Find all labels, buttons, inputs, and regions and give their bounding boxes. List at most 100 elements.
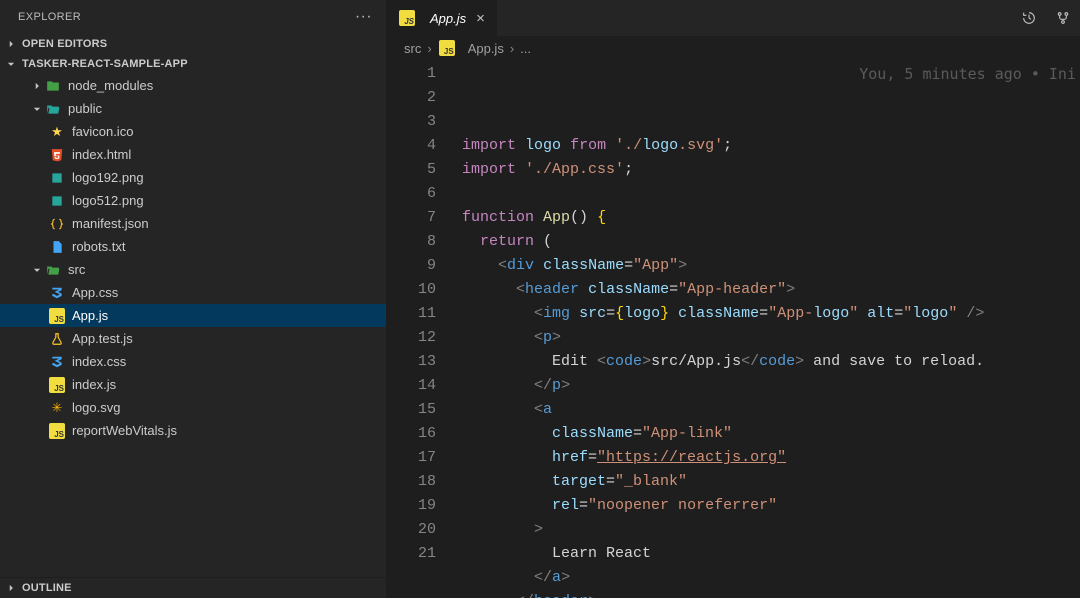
code-editor[interactable]: 123456789101112131415161718192021 You, 5… xyxy=(386,60,1080,598)
editor-pane: JS App.js × src › JS App.js › ... 123456… xyxy=(386,0,1080,598)
tree-label: App.js xyxy=(72,308,108,323)
tree-label: src xyxy=(68,262,85,277)
outline-label: OUTLINE xyxy=(22,582,72,594)
explorer-header: EXPLORER ··· xyxy=(0,0,386,34)
timeline-icon[interactable] xyxy=(1012,0,1046,36)
tree-file[interactable]: JS reportWebVitals.js xyxy=(0,419,386,442)
tree-label: manifest.json xyxy=(72,216,149,231)
tree-file[interactable]: robots.txt xyxy=(0,235,386,258)
tree-file[interactable]: App.css xyxy=(0,281,386,304)
code-line[interactable]: Learn React xyxy=(462,542,1080,566)
svg-icon: ✳ xyxy=(48,399,66,417)
chevron-right-icon xyxy=(4,583,18,593)
tree-label: index.css xyxy=(72,354,126,369)
close-icon[interactable]: × xyxy=(474,8,487,29)
tree-file[interactable]: logo512.png xyxy=(0,189,386,212)
tree-label: logo512.png xyxy=(72,193,144,208)
image-icon xyxy=(48,169,66,187)
tree-folder-node_modules[interactable]: node_modules xyxy=(0,74,386,97)
tree-label: logo.svg xyxy=(72,400,120,415)
chevron-down-icon xyxy=(4,59,18,69)
code-line[interactable]: import './App.css'; xyxy=(462,158,1080,182)
tree-label: index.js xyxy=(72,377,116,392)
code-line[interactable] xyxy=(462,182,1080,206)
open-editors-label: OPEN EDITORS xyxy=(22,38,107,50)
favicon-icon: ★ xyxy=(48,123,66,141)
line-number-gutter: 123456789101112131415161718192021 xyxy=(386,60,462,598)
code-line[interactable]: href="https://reactjs.org" xyxy=(462,446,1080,470)
tree-file[interactable]: manifest.json xyxy=(0,212,386,235)
compare-icon[interactable] xyxy=(1046,0,1080,36)
chevron-right-icon xyxy=(4,39,18,49)
tree-folder-src[interactable]: src xyxy=(0,258,386,281)
code-line[interactable]: target="_blank" xyxy=(462,470,1080,494)
tree-file[interactable]: index.css xyxy=(0,350,386,373)
code-line[interactable]: <header className="App-header"> xyxy=(462,278,1080,302)
code-line[interactable]: function App() { xyxy=(462,206,1080,230)
code-line[interactable]: </header> xyxy=(462,590,1080,598)
chevron-down-icon xyxy=(30,265,44,275)
folder-open-icon xyxy=(44,100,62,118)
tab-label: App.js xyxy=(430,11,466,26)
js-icon: JS xyxy=(48,307,66,325)
tree-file[interactable]: ✳ logo.svg xyxy=(0,396,386,419)
file-tree: node_modules public ★ favicon.ico index.… xyxy=(0,74,386,577)
tree-label: node_modules xyxy=(68,78,153,93)
image-icon xyxy=(48,192,66,210)
tab-app-js[interactable]: JS App.js × xyxy=(386,0,498,36)
code-line[interactable]: > xyxy=(462,518,1080,542)
tree-file[interactable]: index.html xyxy=(0,143,386,166)
tree-folder-public[interactable]: public xyxy=(0,97,386,120)
code-line[interactable]: <p> xyxy=(462,326,1080,350)
chevron-right-icon: › xyxy=(427,41,431,56)
code-line[interactable]: return ( xyxy=(462,230,1080,254)
tree-label: index.html xyxy=(72,147,131,162)
json-icon xyxy=(48,215,66,233)
outline-section[interactable]: OUTLINE xyxy=(0,577,386,598)
code-line[interactable]: <img src={logo} className="App-logo" alt… xyxy=(462,302,1080,326)
js-icon: JS xyxy=(48,376,66,394)
tree-file-active[interactable]: JS App.js xyxy=(0,304,386,327)
tree-label: public xyxy=(68,101,102,116)
breadcrumb-file[interactable]: JS App.js xyxy=(438,39,504,57)
chevron-down-icon xyxy=(30,104,44,114)
code-line[interactable]: <div className="App"> xyxy=(462,254,1080,278)
tree-file[interactable]: ★ favicon.ico xyxy=(0,120,386,143)
code-line[interactable]: Edit <code>src/App.js</code> and save to… xyxy=(462,350,1080,374)
js-icon: JS xyxy=(48,422,66,440)
breadcrumb-more[interactable]: ... xyxy=(520,41,531,56)
more-actions-icon[interactable]: ··· xyxy=(349,6,378,28)
chevron-right-icon xyxy=(30,81,44,91)
folder-open-icon xyxy=(44,261,62,279)
project-section[interactable]: TASKER-REACT-SAMPLE-APP xyxy=(0,54,386,74)
git-blame-annotation: You, 5 minutes ago • Ini xyxy=(859,62,1076,86)
tree-file[interactable]: App.test.js xyxy=(0,327,386,350)
test-icon xyxy=(48,330,66,348)
tree-label: logo192.png xyxy=(72,170,144,185)
tree-file[interactable]: logo192.png xyxy=(0,166,386,189)
css-icon xyxy=(48,284,66,302)
tree-file[interactable]: JS index.js xyxy=(0,373,386,396)
tree-label: App.css xyxy=(72,285,118,300)
tree-label: favicon.ico xyxy=(72,124,133,139)
code-line[interactable]: </a> xyxy=(462,566,1080,590)
tree-label: App.test.js xyxy=(72,331,133,346)
tree-label: robots.txt xyxy=(72,239,125,254)
js-icon: JS xyxy=(398,9,416,27)
code-line[interactable]: rel="noopener noreferrer" xyxy=(462,494,1080,518)
breadcrumb-src[interactable]: src xyxy=(404,41,421,56)
explorer-title: EXPLORER xyxy=(18,11,81,23)
html-icon xyxy=(48,146,66,164)
chevron-right-icon: › xyxy=(510,41,514,56)
code-line[interactable]: <a xyxy=(462,398,1080,422)
folder-icon xyxy=(44,77,62,95)
open-editors-section[interactable]: OPEN EDITORS xyxy=(0,34,386,54)
css-icon xyxy=(48,353,66,371)
code-content[interactable]: You, 5 minutes ago • Ini import logo fro… xyxy=(462,60,1080,598)
code-line[interactable]: import logo from './logo.svg'; xyxy=(462,134,1080,158)
js-icon: JS xyxy=(438,39,456,57)
tab-bar: JS App.js × xyxy=(386,0,1080,36)
code-line[interactable]: className="App-link" xyxy=(462,422,1080,446)
code-line[interactable]: </p> xyxy=(462,374,1080,398)
project-label: TASKER-REACT-SAMPLE-APP xyxy=(22,58,188,70)
